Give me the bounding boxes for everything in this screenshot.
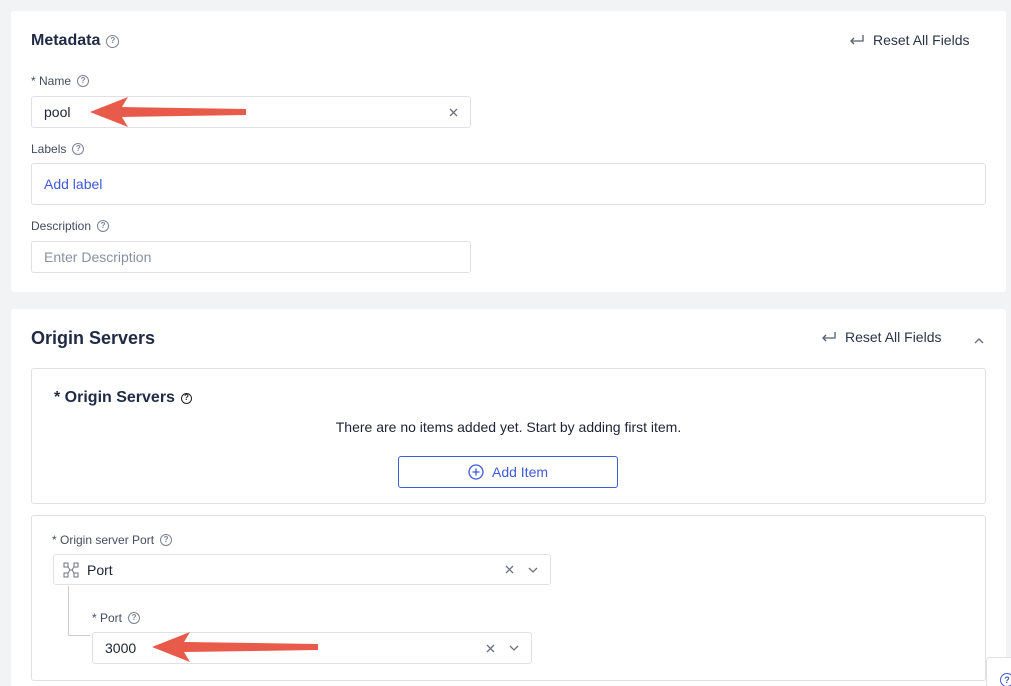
annotation-arrow-port (152, 632, 318, 662)
add-item-button[interactable]: Add Item (398, 456, 618, 488)
help-widget[interactable]: ? (986, 657, 1011, 686)
reset-all-fields-button[interactable]: Reset All Fields (820, 329, 941, 345)
help-icon[interactable]: ? (97, 220, 110, 232)
clear-icon[interactable] (483, 641, 497, 655)
annotation-arrow-name (90, 97, 246, 127)
reset-label: Reset All Fields (873, 32, 970, 48)
help-icon[interactable]: ? (72, 143, 85, 155)
add-item-label: Add Item (491, 464, 549, 480)
clear-icon[interactable] (502, 563, 516, 577)
name-label: * Name ? (31, 74, 90, 88)
reset-label: Reset All Fields (845, 329, 942, 345)
labels-label-text: Labels (31, 142, 67, 156)
tree-connector (68, 586, 90, 636)
labels-label: Labels ? (31, 142, 85, 156)
reset-all-fields-button[interactable]: Reset All Fields (848, 32, 969, 48)
origin-servers-list: * Origin Servers ? There are no items ad… (31, 368, 986, 504)
port-label: * Port ? (92, 611, 141, 625)
help-icon[interactable]: ? (106, 34, 120, 48)
metadata-section: Metadata ? Reset All Fields * Name ? poo… (11, 11, 1006, 292)
origin-servers-list-title-text: * Origin Servers (54, 389, 175, 406)
collapse-icon[interactable] (973, 332, 987, 344)
chevron-down-icon[interactable] (507, 641, 521, 655)
origin-servers-title: Origin Servers (31, 328, 156, 348)
description-placeholder: Enter Description (44, 249, 152, 265)
clear-icon[interactable] (446, 105, 460, 119)
description-input[interactable]: Enter Description (31, 241, 471, 273)
description-label-text: Description (31, 219, 92, 233)
name-label-text: * Name (31, 74, 72, 88)
help-icon[interactable]: ? (77, 75, 90, 87)
undo-icon (850, 35, 864, 45)
metadata-title-text: Metadata (31, 32, 101, 49)
origin-server-port-label: * Origin server Port ? (52, 533, 173, 547)
labels-field[interactable]: Add label (31, 163, 986, 205)
empty-state-text: There are no items added yet. Start by a… (335, 419, 682, 435)
help-icon: ? (1000, 673, 1011, 686)
origin-server-port-select[interactable]: Port (53, 554, 551, 585)
origin-server-port-value: Port (87, 561, 113, 578)
help-icon[interactable]: ? (128, 612, 141, 624)
origin-server-port-label-text: * Origin server Port (52, 533, 155, 547)
description-label: Description ? (31, 219, 110, 233)
port-label-text: * Port (92, 611, 123, 625)
origin-servers-list-title: * Origin Servers ? (54, 389, 192, 407)
undo-icon (822, 332, 836, 342)
plus-circle-icon (468, 464, 484, 480)
help-icon[interactable]: ? (180, 392, 192, 404)
chevron-down-icon[interactable] (526, 563, 540, 577)
metadata-title: Metadata ? (31, 32, 120, 50)
add-label-link[interactable]: Add label (32, 176, 102, 192)
network-icon (63, 562, 79, 578)
help-icon[interactable]: ? (160, 534, 173, 546)
